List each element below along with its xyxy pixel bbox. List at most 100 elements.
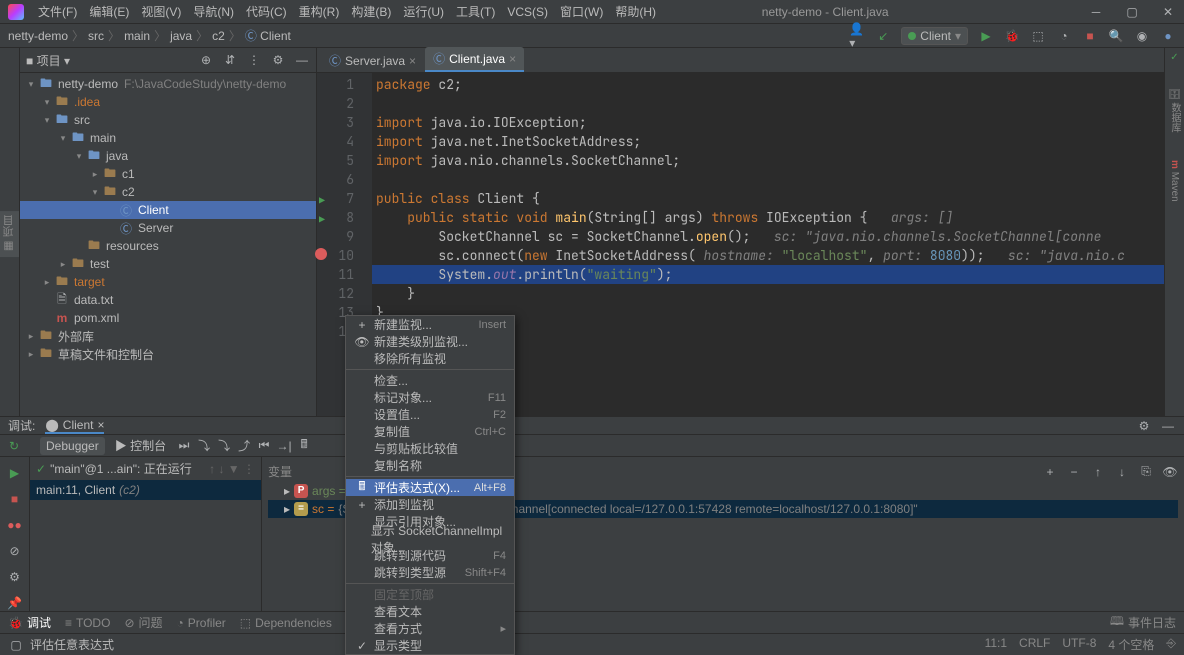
maven-tool-button[interactable]: m Maven — [1167, 156, 1182, 206]
up-icon[interactable]: ↑ — [1090, 464, 1106, 480]
menu-item[interactable]: 运行(U) — [397, 3, 450, 21]
todo-tool-button[interactable]: ≡ TODO — [65, 616, 110, 630]
copy-icon[interactable]: ⎘ — [1138, 464, 1154, 480]
breadcrumb-item[interactable]: src — [88, 29, 104, 43]
pause-stop-icon[interactable]: ■ — [7, 491, 23, 507]
profile-icon[interactable]: ◔ — [1056, 28, 1072, 44]
breadcrumb-item[interactable]: Ⓒ Client — [245, 27, 291, 44]
context-menu-item[interactable]: 检查... — [346, 372, 514, 389]
line-separator[interactable]: CRLF — [1019, 636, 1050, 653]
step-into-icon[interactable]: ⤵ — [196, 438, 212, 454]
step-over-icon[interactable]: ⏭ — [176, 438, 192, 454]
minimize-pane-icon[interactable]: — — [1160, 418, 1176, 434]
profiler-tool-button[interactable]: ◔ Profiler — [177, 616, 226, 630]
resume-icon[interactable]: ▶ — [7, 465, 23, 481]
evaluate-icon[interactable]: 🖩 — [296, 438, 312, 454]
tree-node[interactable]: ▾🖿.idea — [20, 93, 316, 111]
menu-item[interactable]: 窗口(W) — [554, 3, 609, 21]
encoding[interactable]: UTF-8 — [1062, 636, 1096, 653]
structure-icon[interactable]: ◉ — [1134, 28, 1150, 44]
gear-icon[interactable]: ⚙ — [1136, 418, 1152, 434]
stack-frame[interactable]: main:11, Client (c2) — [30, 480, 261, 500]
menu-item[interactable]: 代码(C) — [240, 3, 293, 21]
menu-item[interactable]: 工具(T) — [450, 3, 501, 21]
context-menu-item[interactable]: 显示 SocketChannelImpl 对象... — [346, 530, 514, 547]
remove-watch-icon[interactable]: − — [1066, 464, 1082, 480]
minimize-icon[interactable]: ─ — [1088, 4, 1104, 20]
user-icon[interactable]: 👤▾ — [849, 28, 865, 44]
menu-item[interactable]: 导航(N) — [187, 3, 240, 21]
context-menu-item[interactable]: 标记对象...F11 — [346, 389, 514, 406]
stop-icon[interactable]: ■ — [1082, 28, 1098, 44]
view-breakpoints-icon[interactable]: ●● — [7, 517, 23, 533]
breadcrumb[interactable]: netty-demo〉src〉main〉java〉c2〉Ⓒ Client — [8, 27, 291, 44]
breadcrumb-item[interactable]: main — [124, 29, 150, 43]
drop-frame-icon[interactable]: ⏮ — [256, 438, 272, 454]
tree-node[interactable]: ▾🖿java — [20, 147, 316, 165]
debug-icon[interactable]: 🐞 — [1004, 28, 1020, 44]
lock-icon[interactable]: ⎆ — [1166, 636, 1176, 653]
context-menu-item[interactable]: ✓显示类型 — [346, 637, 514, 654]
maximize-icon[interactable]: ▢ — [1124, 4, 1140, 20]
tree-node[interactable]: ▾🖿c2 — [20, 183, 316, 201]
thread-selector[interactable]: ✓ "main"@1 ...ain": 正在运行 ↑ ↓ ▼ ⋮ — [30, 457, 261, 480]
database-tool-button[interactable]: 🗄 数据库 — [1165, 83, 1184, 136]
run-to-cursor-icon[interactable]: →| — [276, 438, 292, 454]
breadcrumb-item[interactable]: netty-demo — [8, 29, 68, 43]
breadcrumb-item[interactable]: java — [170, 29, 192, 43]
tree-node[interactable]: ▸🖿草稿文件和控制台 — [20, 345, 316, 363]
menu-item[interactable]: 帮助(H) — [609, 3, 662, 21]
debugger-tab[interactable]: Debugger — [40, 437, 105, 455]
force-step-icon[interactable]: ⤵ — [216, 438, 232, 454]
coverage-icon[interactable]: ⬚ — [1030, 28, 1046, 44]
step-out-icon[interactable]: ⤴ — [236, 438, 252, 454]
menu-item[interactable]: 重构(R) — [293, 3, 346, 21]
tree-node[interactable]: ⒸClient — [20, 201, 316, 219]
menu-item[interactable]: 文件(F) — [32, 3, 83, 21]
tree-node[interactable]: 🖿resources — [20, 237, 316, 255]
event-log-button[interactable]: 🕮 事件日志 — [1110, 612, 1176, 633]
run-icon[interactable]: ▶ — [978, 28, 994, 44]
context-menu-item[interactable]: 🖩评估表达式(X)...Alt+F8 — [346, 479, 514, 496]
tree-node[interactable]: ⒸServer — [20, 219, 316, 237]
deps-tool-button[interactable]: ⬚ Dependencies — [240, 616, 332, 630]
target-icon[interactable]: ⊕ — [198, 52, 214, 68]
menu-item[interactable]: VCS(S) — [501, 3, 554, 21]
tree-node[interactable]: ▸🖿c1 — [20, 165, 316, 183]
tree-node[interactable]: ▾🖿src — [20, 111, 316, 129]
settings2-icon[interactable]: ⚙ — [7, 569, 23, 585]
context-menu-item[interactable]: 复制值Ctrl+C — [346, 423, 514, 440]
context-menu-item[interactable]: 跳转到类型源Shift+F4 — [346, 564, 514, 581]
context-menu-item[interactable]: 复制名称 — [346, 457, 514, 474]
collapse-icon[interactable]: ⋮ — [246, 52, 262, 68]
show-watches-icon[interactable]: 👁 — [1162, 464, 1178, 480]
run-config-dropdown[interactable]: Client ▾ — [901, 27, 968, 45]
debug-tool-button[interactable]: 🐞 调试 — [8, 614, 51, 631]
build-icon[interactable]: ↙ — [875, 28, 891, 44]
context-menu-item[interactable]: 设置值...F2 — [346, 406, 514, 423]
menu-item[interactable]: 构建(B) — [345, 3, 397, 21]
tree-node[interactable]: ▸🖿test — [20, 255, 316, 273]
down-icon[interactable]: ↓ — [1114, 464, 1130, 480]
breadcrumb-item[interactable]: c2 — [212, 29, 225, 43]
project-tree[interactable]: ▾🖿netty-demoF:\JavaCodeStudy\netty-demo▾… — [20, 73, 316, 416]
settings-icon[interactable]: ⚙ — [270, 52, 286, 68]
close-icon[interactable]: ✕ — [1160, 4, 1176, 20]
hide-icon[interactable]: — — [294, 52, 310, 68]
mute-breakpoints-icon[interactable]: ⊘ — [7, 543, 23, 559]
expand-icon[interactable]: ⇵ — [222, 52, 238, 68]
tree-node[interactable]: ▸🖿target — [20, 273, 316, 291]
inspection-ok-icon[interactable]: ✓ — [1170, 52, 1178, 63]
indent[interactable]: 4 个空格 — [1108, 636, 1154, 653]
context-menu-item[interactable]: 查看方式▸ — [346, 620, 514, 637]
tree-node[interactable]: 🗎data.txt — [20, 291, 316, 309]
tree-node[interactable]: ▸🖿外部库 — [20, 327, 316, 345]
console-tab[interactable]: ▶ 控制台 — [109, 435, 172, 456]
frames-pane[interactable]: ✓ "main"@1 ...ain": 正在运行 ↑ ↓ ▼ ⋮ main:11… — [30, 457, 262, 611]
context-menu-item[interactable]: 与剪贴板比较值 — [346, 440, 514, 457]
context-menu-item[interactable]: 查看文本 — [346, 603, 514, 620]
editor-tab[interactable]: ⒸClient.java× — [425, 47, 524, 72]
project-tool-button[interactable]: ▦ 项目 — [0, 211, 19, 257]
context-menu-item[interactable]: +新建监视...Insert — [346, 316, 514, 333]
problems-tool-button[interactable]: ⊘ 问题 — [124, 614, 162, 631]
